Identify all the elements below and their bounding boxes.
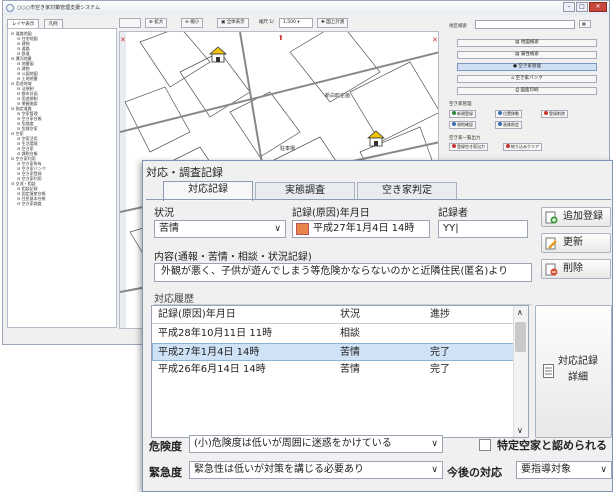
history-table: 記録(原因)年月日 状況 進捗 平成28年10月11日 11時 相談 平成27年…: [151, 305, 529, 438]
tab-response-record[interactable]: 対応記録: [163, 181, 253, 201]
delete-register-button[interactable]: 登録削除: [541, 110, 568, 118]
future-action-label: 今後の対応: [447, 466, 502, 479]
main-window-titlebar: ○○○市空き家対策管理支援システム – □ ✕: [3, 1, 609, 15]
svg-text:✕: ✕: [120, 36, 126, 44]
recorder-input[interactable]: YY|: [438, 220, 528, 238]
delete-document-icon: [545, 263, 558, 276]
full-view-button[interactable]: ▣ 全体表示: [217, 18, 249, 28]
document-list-icon: [543, 364, 554, 378]
record-dialog: 対応・調査記録 対応記録 実態調査 空き家判定 状況 苦情 ∨ 記録(原因)年月日…: [142, 160, 613, 492]
app-title: ○○○市空き家対策管理支援システム: [17, 5, 100, 11]
area-search-label: 地区検索: [449, 24, 467, 29]
date-input[interactable]: 平成27年1月4日 14時: [292, 220, 430, 238]
urgency-select[interactable]: 緊急性は低いが対策を講じる必要あり ∨: [189, 461, 443, 479]
table-row[interactable]: 平成27年1月4日 14時 苦情 完了: [152, 343, 514, 361]
new-register-button[interactable]: 新規登録: [449, 110, 476, 118]
calendar-icon[interactable]: [296, 223, 309, 235]
zoom-out-button[interactable]: ⊖ 縮小: [181, 18, 204, 28]
edit-icon: [545, 237, 557, 250]
content-label: 内容(通報・苦情・相談・状況記録): [154, 252, 312, 263]
minimize-button[interactable]: –: [563, 2, 575, 12]
chevron-down-icon: ∨: [431, 439, 438, 449]
house-marker-icon: [208, 46, 228, 63]
content-input[interactable]: 外観が悪く、子供が遊んでしまう等危険かならないのかと近隣住民(匿名)より: [154, 263, 532, 282]
specified-vacant-label: 特定空家と認められる: [497, 439, 607, 452]
tab-survey[interactable]: 実態調査: [255, 182, 355, 200]
recorder-label: 記録者: [438, 208, 468, 219]
svg-text:✕: ✕: [432, 36, 438, 44]
map-label-road: 駐車場: [280, 145, 295, 152]
print-button[interactable]: ⎙ 図面印刷: [457, 87, 597, 95]
urgency-label: 緊急度: [149, 466, 182, 479]
export-button[interactable]: 登録空き家出力: [449, 143, 488, 151]
pan-button[interactable]: [119, 18, 141, 28]
area-search-input[interactable]: [475, 20, 575, 29]
area-search-button[interactable]: ▦: [579, 20, 591, 28]
section-export: 空き家一覧出力: [449, 136, 481, 141]
zoom-in-button[interactable]: ⊕ 拡大: [145, 18, 168, 28]
scale-select[interactable]: 1,500 ▾: [279, 18, 313, 28]
image-view-button[interactable]: 画像照会: [495, 121, 522, 129]
close-button[interactable]: ✕: [589, 2, 607, 12]
scroll-thumb[interactable]: [515, 322, 526, 352]
specified-vacant-checkbox[interactable]: [479, 439, 491, 451]
scale-label: 縮尺 1/: [259, 20, 274, 25]
chevron-down-icon: ∨: [600, 465, 607, 475]
maximize-button[interactable]: □: [576, 2, 588, 12]
chevron-down-icon: ∨: [431, 465, 438, 475]
date-label: 記録(原因)年月日: [292, 208, 370, 219]
dialog-title: 対応・調査記録: [146, 166, 223, 179]
house-marker-icon: [366, 130, 386, 147]
history-header: 記録(原因)年月日 状況 進捗: [152, 306, 514, 324]
clear-filter-button[interactable]: 絞り込みクリア: [503, 143, 542, 151]
map-toolbar: ⊕ 拡大 ⊖ 縮小 ▣ 全体表示 縮尺 1/ 1,500 ▾ ✚ 図上計測: [119, 16, 439, 30]
left-tabs: レイヤ表示 凡例: [7, 17, 64, 29]
chevron-down-icon: ∨: [274, 224, 281, 234]
history-scrollbar[interactable]: ∧ ∨: [513, 306, 528, 437]
danger-select[interactable]: (小)危険度は低いが周囲に迷惑をかけている ∨: [189, 435, 443, 453]
add-document-icon: [545, 211, 558, 224]
map-search-button[interactable]: ▤ 地図検索: [457, 39, 597, 47]
status-select[interactable]: 苦情 ∨: [154, 220, 286, 238]
update-button[interactable]: 更新: [541, 233, 611, 253]
site-check-button[interactable]: 現地確認: [449, 121, 476, 129]
layer-tree[interactable]: ⊟ 道路地図 ⊟ 住宅地図 ⊟ 建物 ⊟ 道路 ⊟ 鉄道 ⊟ 運河地番 ⊟ 地番図 ⊟ 建物 ⊟…: [7, 28, 117, 328]
scroll-down-icon[interactable]: ∨: [517, 426, 523, 435]
measure-button[interactable]: ✚ 図上計測: [317, 18, 349, 28]
history-label: 対応履歴: [154, 294, 194, 305]
table-row[interactable]: 平成26年6月14日 14時 苦情 完了: [152, 361, 514, 379]
vacant-bank-button[interactable]: ⌂ 空き家バンク: [457, 75, 597, 83]
move-position-button[interactable]: 位置移動: [495, 110, 522, 118]
section-vacant-manage: 空き家管理: [449, 102, 472, 107]
table-row[interactable]: 平成28年10月11日 11時 相談: [152, 325, 514, 343]
app-icon: [6, 4, 14, 12]
add-register-button[interactable]: 追加登録: [541, 207, 611, 227]
svg-text:⬆: ⬆: [278, 34, 284, 42]
record-detail-button[interactable]: 対応記録 詳細: [535, 305, 612, 438]
scroll-up-icon[interactable]: ∧: [517, 308, 523, 317]
vacant-house-manage-button[interactable]: ● 空き家管理: [457, 63, 597, 71]
delete-button[interactable]: 削除: [541, 259, 611, 279]
attribute-search-button[interactable]: ▤ 属性検索: [457, 51, 597, 59]
tree-item[interactable]: ⊟ 空き家調査: [11, 201, 113, 206]
status-label: 状況: [154, 208, 174, 219]
danger-label: 危険度: [149, 440, 182, 453]
tab-judgement[interactable]: 空き家判定: [357, 182, 457, 200]
map-label-town: 新白町企画: [325, 92, 350, 99]
future-action-select[interactable]: 要指導対象 ∨: [516, 461, 612, 479]
